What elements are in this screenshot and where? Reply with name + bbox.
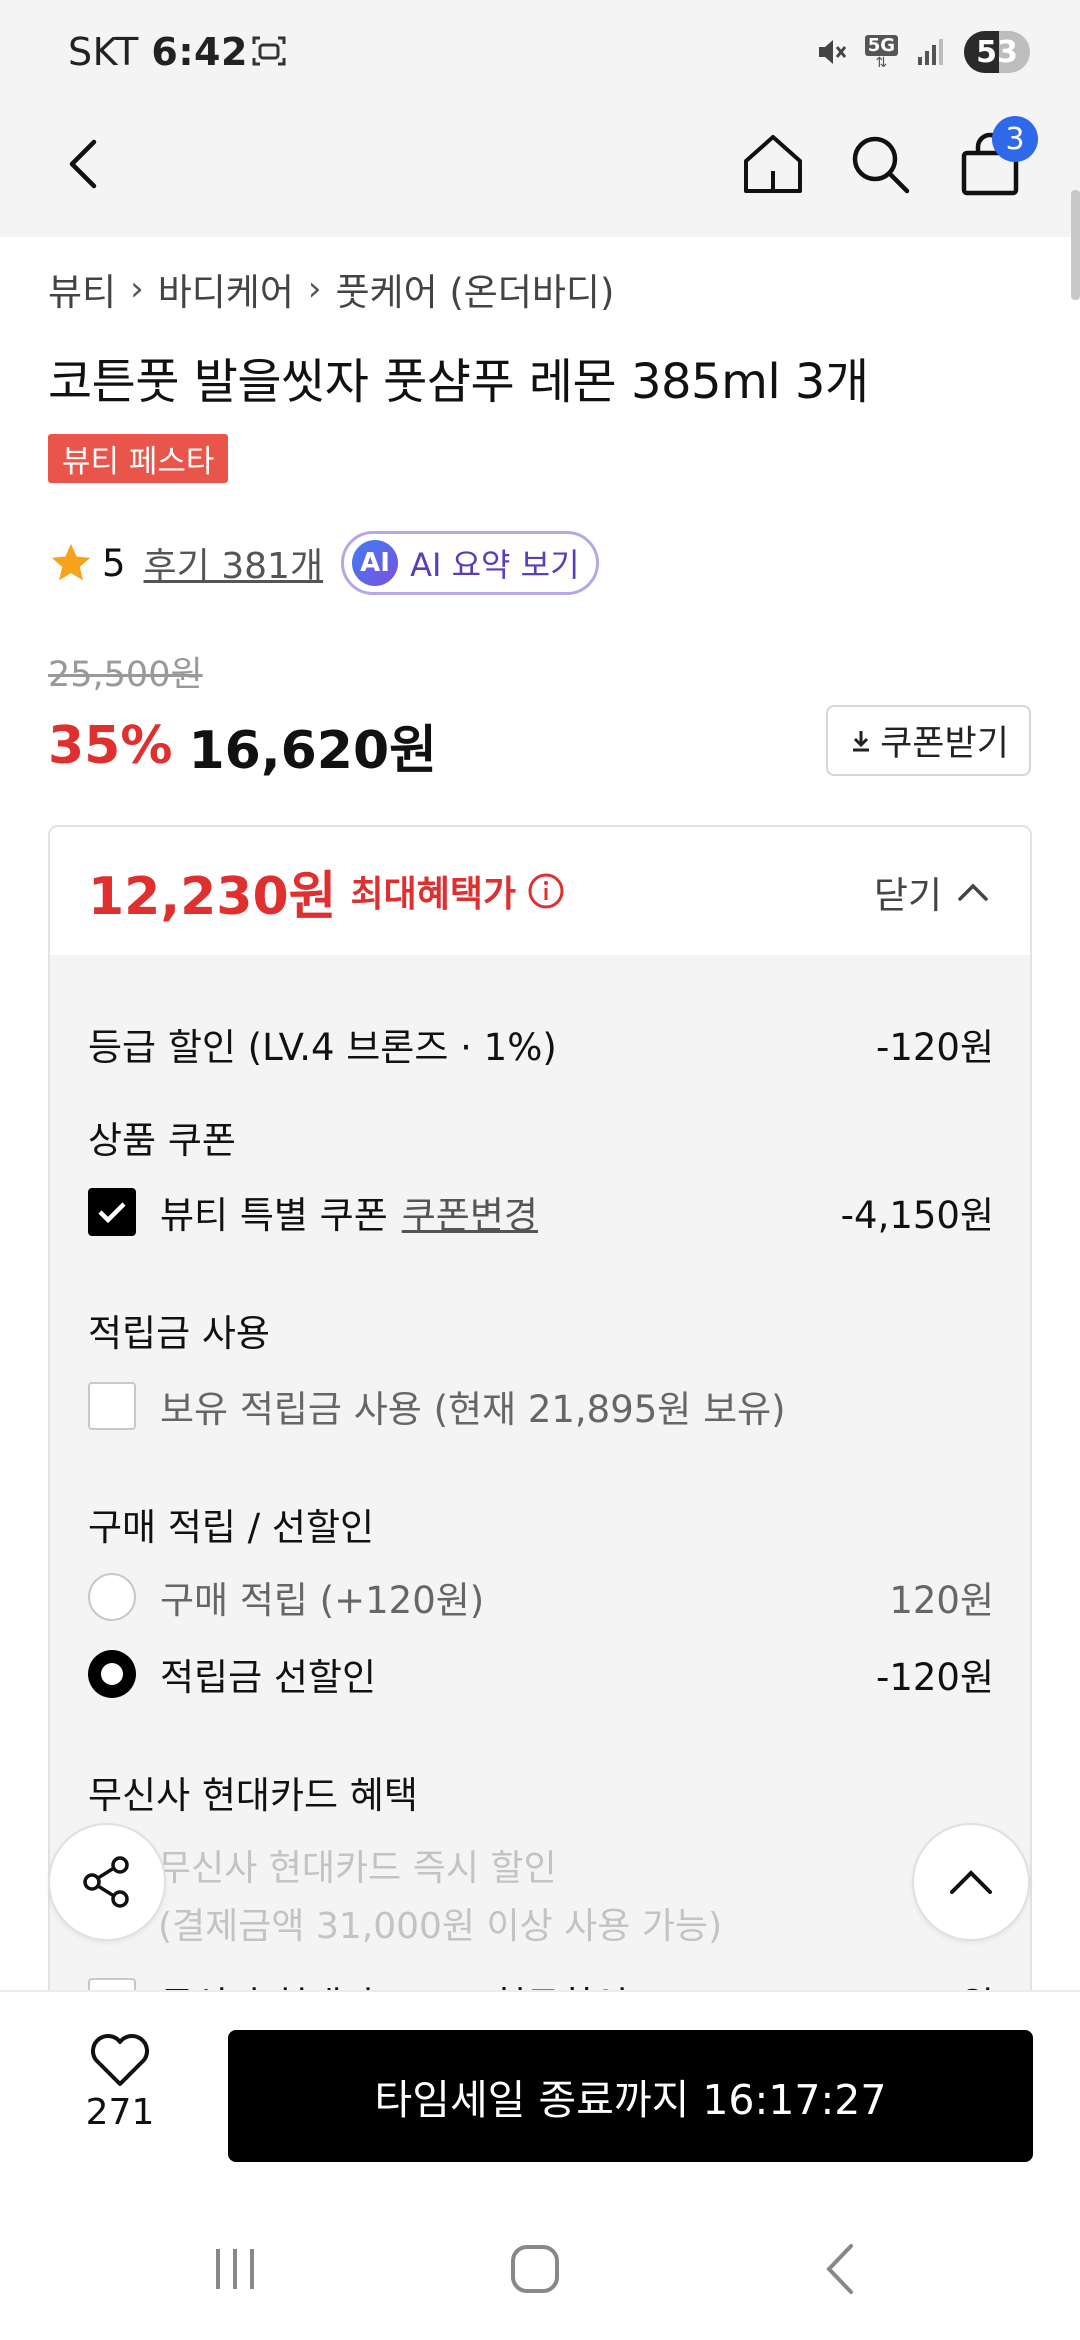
card-instant-discount: 무신사 현대카드 즉시 할인 (결제금액 31,000원 이상 사용 가능) xyxy=(158,1839,722,1949)
cart-count-badge: 3 xyxy=(992,116,1038,162)
home-button[interactable] xyxy=(733,124,813,204)
recents-button[interactable] xyxy=(195,2237,275,2301)
status-icons: 5G ⇅ 53 xyxy=(815,28,1030,76)
coupon-text: 뷰티 특별 쿠폰 쿠폰변경 xyxy=(160,1185,538,1239)
nav-home-icon xyxy=(511,2245,559,2293)
ai-summary-button[interactable]: AI AI 요약 보기 xyxy=(341,531,599,595)
purchase-reward-heading: 구매 적립 / 선할인 xyxy=(88,1506,375,1549)
system-home-button[interactable] xyxy=(495,2237,575,2301)
card-benefit-heading: 무신사 현대카드 혜택 xyxy=(88,1774,418,1817)
scrollbar[interactable] xyxy=(1071,190,1080,300)
signal-icon xyxy=(918,39,943,65)
ai-icon: AI xyxy=(352,540,399,586)
like-count: 271 xyxy=(85,2092,155,2133)
breadcrumb-item-bodycare[interactable]: 바디케어 xyxy=(158,262,294,316)
network-indicator: 5G ⇅ xyxy=(864,34,898,70)
share-icon xyxy=(83,1856,129,1908)
back-arrow-icon xyxy=(69,139,97,189)
heart-icon xyxy=(91,2034,149,2086)
change-coupon-link[interactable]: 쿠폰변경 xyxy=(402,1194,538,1237)
status-bar: SKT 6:42 5G ⇅ 53 xyxy=(0,0,1080,106)
card-instant-condition: (결제금액 31,000원 이상 사용 가능) xyxy=(158,1906,723,1947)
chevron-up-icon xyxy=(950,1870,992,1894)
points-row: 보유 적립금 사용 (현재 21,895원 보유) xyxy=(88,1379,994,1433)
back-button[interactable] xyxy=(44,124,124,204)
collapse-label: 닫기 xyxy=(873,874,942,917)
bottom-action-bar: 271 타임세일 종료까지 16:17:27 xyxy=(0,1990,1080,2195)
grade-discount-row: 등급 할인 (LV.4 브론즈 · 1%) -120원 xyxy=(88,1017,994,1071)
screenshot-icon xyxy=(252,36,286,66)
breadcrumb-item-beauty[interactable]: 뷰티 xyxy=(48,262,116,316)
card-instant-label: 무신사 현대카드 즉시 할인 xyxy=(158,1848,557,1889)
price-row: 35% 16,620원 xyxy=(48,708,437,783)
purchase-reward-label: 구매 적립 (+120원) xyxy=(160,1579,485,1622)
home-icon xyxy=(744,135,802,193)
points-heading: 적립금 사용 xyxy=(88,1312,270,1355)
system-nav-bar xyxy=(0,2195,1080,2340)
system-back-button[interactable] xyxy=(800,2237,880,2301)
download-icon xyxy=(853,730,870,751)
scroll-top-button[interactable] xyxy=(912,1823,1030,1941)
search-button[interactable] xyxy=(840,124,920,204)
network-type: 5G xyxy=(864,34,898,56)
status-carrier-time: SKT 6:42 xyxy=(68,30,248,74)
grade-discount-label: 등급 할인 (LV.4 브론즈 · 1%) xyxy=(88,1026,557,1069)
check-icon xyxy=(98,1202,126,1224)
points-label: 보유 적립금 사용 (현재 21,895원 보유) xyxy=(160,1388,786,1431)
rating-row: 5 후기 381개 AI AI 요약 보기 xyxy=(48,531,599,595)
like-button[interactable]: 271 xyxy=(68,2032,172,2133)
review-count-link[interactable]: 후기 381개 xyxy=(144,537,324,589)
search-icon xyxy=(852,136,910,194)
coupon-checkbox[interactable] xyxy=(88,1188,136,1236)
benefit-header: 12,230원 최대혜택가 닫기 xyxy=(50,827,1030,955)
coupon-amount: -4,150원 xyxy=(840,1194,994,1237)
cart-button[interactable]: 3 xyxy=(950,116,1038,204)
get-coupon-label: 쿠폰받기 xyxy=(880,724,1009,764)
collapse-toggle[interactable]: 닫기 xyxy=(874,865,990,919)
discount-rate: 35% xyxy=(48,715,173,776)
product-coupon-heading: 상품 쿠폰 xyxy=(88,1119,236,1162)
breadcrumb: 뷰티 › 바디케어 › 풋케어 (온더바디) xyxy=(48,262,614,316)
breadcrumb-item-footcare[interactable]: 풋케어 (온더바디) xyxy=(335,262,614,316)
purchase-reward-amount: 120원 xyxy=(889,1579,994,1622)
max-benefit-panel: 12,230원 최대혜택가 닫기 등급 할인 (LV.4 브론즈 · 1%) -… xyxy=(48,825,1032,2025)
app-header: 3 xyxy=(0,106,1080,237)
max-benefit-label: 최대혜택가 xyxy=(350,874,517,915)
points-checkbox[interactable] xyxy=(88,1382,136,1430)
battery-indicator: 53 xyxy=(964,31,1030,73)
prediscount-radio[interactable] xyxy=(88,1650,136,1698)
purchase-reward-row: 구매 적립 (+120원) 120원 xyxy=(88,1570,994,1624)
product-title: 코튼풋 발을씻자 풋샴푸 레몬 385ml 3개 xyxy=(48,354,869,410)
buy-button[interactable]: 타임세일 종료까지 16:17:27 xyxy=(228,2030,1033,2162)
event-badge: 뷰티 페스타 xyxy=(48,434,229,483)
share-button[interactable] xyxy=(48,1823,166,1941)
chevron-right-icon: › xyxy=(307,269,322,309)
chevron-right-icon: › xyxy=(130,269,144,309)
original-price: 25,500원 xyxy=(48,655,203,695)
prediscount-row: 적립금 선할인 -120원 xyxy=(88,1647,994,1701)
prediscount-amount: -120원 xyxy=(875,1656,994,1699)
grade-discount-amount: -120원 xyxy=(875,1026,994,1069)
carrier-name: SKT xyxy=(68,30,139,74)
coupon-row: 뷰티 특별 쿠폰 쿠폰변경 -4,150원 xyxy=(88,1185,994,1239)
nav-back-icon xyxy=(826,2244,853,2294)
mute-icon xyxy=(818,40,846,64)
prediscount-label: 적립금 선할인 xyxy=(160,1656,377,1699)
get-coupon-button[interactable]: 쿠폰받기 xyxy=(826,705,1031,776)
coupon-label: 뷰티 특별 쿠폰 xyxy=(160,1194,388,1237)
rating-score: 5 xyxy=(102,541,126,585)
recents-icon xyxy=(216,2249,254,2289)
clock: 6:42 xyxy=(151,30,248,74)
star-icon xyxy=(51,543,91,581)
max-benefit-price: 12,230원 xyxy=(88,866,337,927)
purchase-reward-radio[interactable] xyxy=(88,1573,136,1621)
battery-percent: 53 xyxy=(976,34,1018,70)
ai-summary-label: AI 요약 보기 xyxy=(410,546,580,584)
sale-price: 16,620원 xyxy=(188,721,437,781)
info-icon[interactable] xyxy=(526,871,566,911)
chevron-up-icon xyxy=(958,883,988,901)
